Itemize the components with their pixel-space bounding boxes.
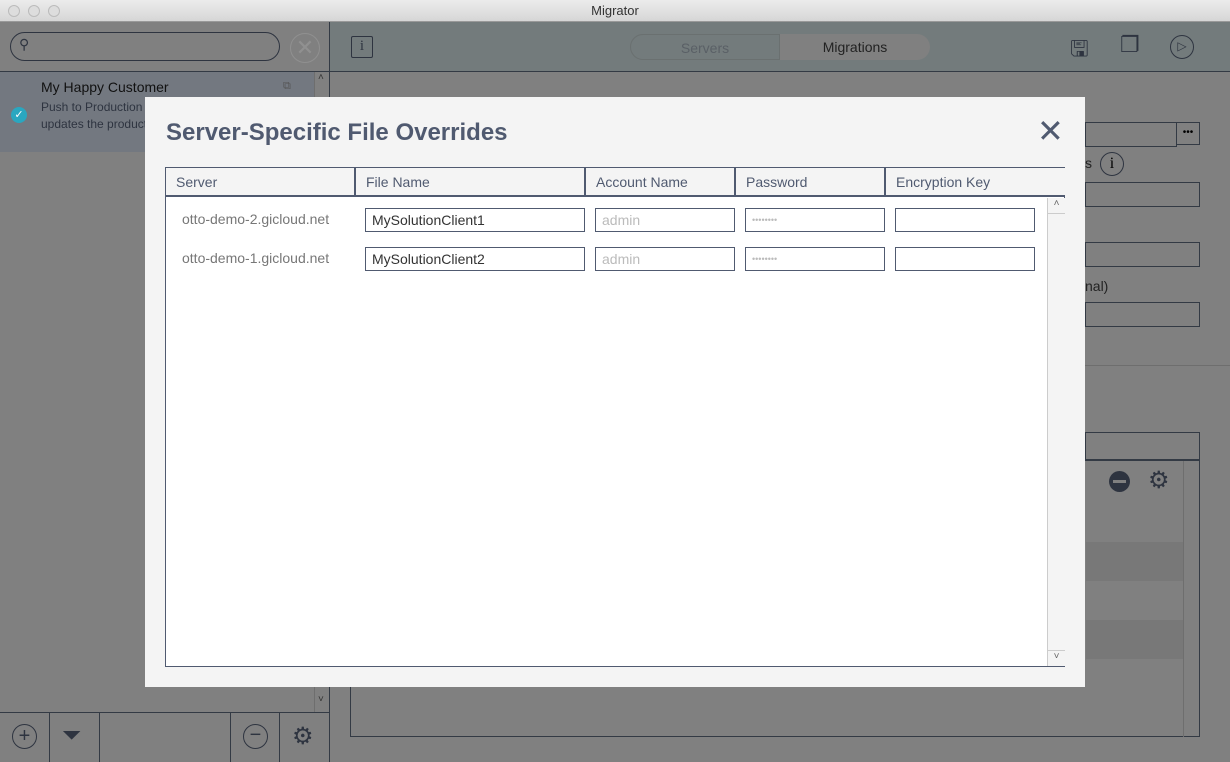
close-window-button[interactable]	[8, 5, 20, 17]
tab-servers[interactable]: Servers	[630, 34, 780, 60]
toolbar: i Servers Migrations 🖫 ❐ ▷	[330, 22, 1230, 72]
overrides-table: Server File Name Account Name Password E…	[165, 167, 1065, 667]
encryption-key-input[interactable]	[895, 208, 1035, 232]
file-name-input[interactable]: MySolutionClient2	[365, 247, 585, 271]
copy-icon[interactable]: ❐	[1120, 32, 1140, 58]
background-input[interactable]	[1085, 182, 1200, 207]
scroll-down-icon[interactable]: ˅	[318, 694, 324, 705]
check-icon: ✓	[11, 107, 27, 123]
column-header-file-name[interactable]: File Name	[356, 168, 586, 197]
info-icon[interactable]: i	[1100, 152, 1124, 176]
background-scrollbar[interactable]	[1183, 461, 1200, 737]
search-icon: ⚲	[19, 36, 30, 52]
clear-search-button[interactable]: ✕	[290, 33, 320, 63]
background-label-fragment: s	[1085, 155, 1092, 171]
file-overrides-dialog: Server-Specific File Overrides ✕ Server …	[145, 97, 1085, 687]
background-input[interactable]	[1085, 122, 1177, 147]
account-name-input[interactable]: admin	[595, 247, 735, 271]
column-header-encryption-key[interactable]: Encryption Key	[886, 168, 1065, 197]
settings-icon[interactable]: ⚙	[1148, 466, 1170, 495]
background-input[interactable]	[1085, 302, 1200, 327]
scroll-down-icon[interactable]: ˅	[1048, 650, 1065, 666]
column-header-password[interactable]: Password	[736, 168, 886, 197]
add-icon[interactable]: +	[12, 724, 37, 749]
server-cell: otto-demo-2.gicloud.net	[182, 211, 330, 227]
minimize-window-button[interactable]	[28, 5, 40, 17]
duplicate-icon[interactable]: ⧉	[283, 80, 291, 93]
item-description-1: Push to Production	[41, 100, 143, 114]
zoom-window-button[interactable]	[48, 5, 60, 17]
scroll-up-icon[interactable]: ˄	[318, 72, 324, 83]
file-name-input[interactable]: MySolutionClient1	[365, 208, 585, 232]
remove-icon[interactable]: −	[243, 724, 268, 749]
password-input[interactable]: ••••••••	[745, 208, 885, 232]
info-icon[interactable]: i	[351, 36, 373, 58]
server-cell: otto-demo-1.gicloud.net	[182, 250, 330, 266]
item-description-2: updates the product	[41, 117, 148, 131]
window-title: Migrator	[591, 3, 639, 18]
table-scrollbar[interactable]: ˄ ˅	[1047, 198, 1065, 666]
tab-migrations[interactable]: Migrations	[780, 34, 930, 60]
more-button[interactable]: •••	[1176, 122, 1200, 145]
scroll-up-icon[interactable]: ˄	[1048, 198, 1065, 214]
search-input[interactable]: ⚲	[10, 32, 280, 61]
account-name-input[interactable]: admin	[595, 208, 735, 232]
background-label-fragment: nal)	[1085, 278, 1109, 294]
run-icon[interactable]: ▷	[1170, 35, 1194, 59]
dialog-title: Server-Specific File Overrides	[166, 119, 508, 146]
divider	[230, 712, 231, 762]
close-icon[interactable]: ✕	[1037, 115, 1064, 147]
column-header-account-name[interactable]: Account Name	[586, 168, 736, 197]
remove-icon[interactable]	[1109, 471, 1130, 492]
settings-icon[interactable]: ⚙	[292, 722, 314, 751]
background-input[interactable]	[1085, 432, 1200, 460]
divider	[99, 712, 100, 762]
encryption-key-input[interactable]	[895, 247, 1035, 271]
filter-icon[interactable]: ⏷	[62, 722, 81, 750]
item-title: My Happy Customer	[41, 79, 169, 95]
column-header-server[interactable]: Server	[166, 168, 356, 197]
save-icon[interactable]: 🖫	[1070, 32, 1089, 70]
divider	[49, 712, 50, 762]
divider	[279, 712, 280, 762]
background-input[interactable]	[1085, 242, 1200, 267]
password-input[interactable]: ••••••••	[745, 247, 885, 271]
title-bar: Migrator	[0, 0, 1230, 22]
